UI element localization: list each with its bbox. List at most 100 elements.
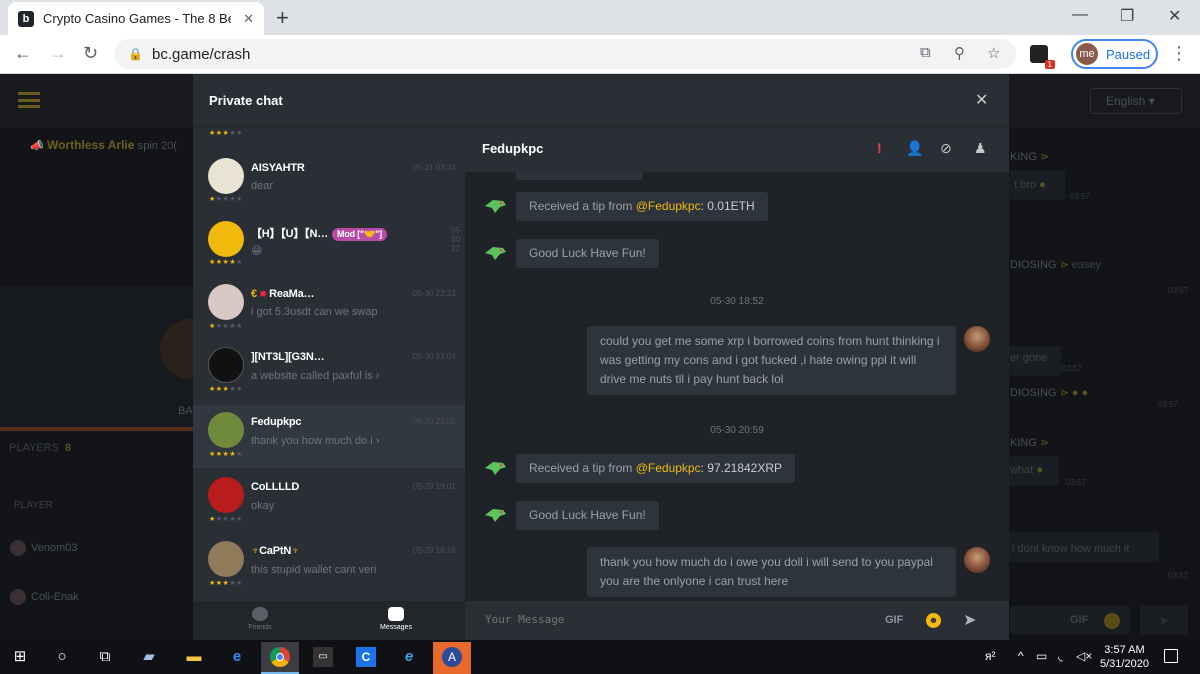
new-tab-icon[interactable]: +: [276, 5, 289, 31]
battery-icon[interactable]: ▭: [1036, 649, 1047, 663]
zoom-icon[interactable]: ⚲: [954, 44, 965, 62]
progress-bar: [0, 427, 193, 431]
contact-stars: ★★★★★: [209, 323, 243, 330]
public-chat-time: 03:57: [1070, 192, 1091, 201]
player-header: PLAYER: [14, 500, 53, 511]
conversation-panel: Fedupkpc ! 👤 ⊘ ♟ Received a tip from @Fe…: [465, 126, 1009, 601]
tip-icon[interactable]: ♟: [974, 140, 987, 157]
tab-friends[interactable]: Friends: [225, 607, 295, 631]
contact-time: 05-30 22: [451, 226, 463, 253]
contact-item-active[interactable]: Fedupkpc thank you how much do i › 05-30…: [193, 405, 465, 468]
megaphone-icon: 📣: [30, 140, 44, 152]
user-message: thank you how much do i owe you doll i w…: [587, 547, 956, 597]
contact-name: ][NT3L][G3N…: [251, 351, 325, 363]
public-send-button[interactable]: ➤: [1140, 606, 1188, 634]
contact-avatar: [208, 477, 244, 513]
search-icon[interactable]: ○: [52, 647, 72, 667]
browser-toolbar: ← → ↻ 🔒 bc.game/crash ⧉ ⚲ ☆ 1 me Paused …: [0, 35, 1200, 74]
clock-time: 3:57 AM: [1104, 644, 1145, 656]
window-close-icon[interactable]: ✕: [1168, 6, 1181, 26]
chrome-icon[interactable]: [261, 642, 299, 674]
public-gif-button[interactable]: GIF: [1070, 614, 1088, 626]
public-chat-text: what ●: [1010, 464, 1043, 476]
app-c-icon[interactable]: C: [347, 642, 385, 674]
contact-avatar: [208, 158, 244, 194]
contact-avatar: [208, 221, 244, 257]
open-external-icon[interactable]: ⧉: [920, 44, 931, 61]
tab-close-icon[interactable]: ✕: [243, 11, 254, 27]
contact-avatar: [208, 347, 244, 383]
windows-start-icon[interactable]: ⊞: [10, 647, 30, 667]
add-friend-icon[interactable]: 👤: [906, 140, 923, 157]
contact-item[interactable]: € ■ ReaMa… i got 5.3usdt can we swap 05-…: [193, 279, 465, 342]
private-chat-modal: Private chat ✕ ★★★★★ AISYAHTR dear 05-31…: [193, 74, 1009, 640]
contact-name: ♆CaPtN♆: [251, 545, 300, 557]
app-a-icon[interactable]: A: [433, 642, 471, 674]
browser-tab[interactable]: b Crypto Casino Games - The 8 Bes ✕: [8, 2, 264, 35]
internet-explorer-icon[interactable]: e: [390, 642, 428, 674]
people-icon[interactable]: ᴙ²: [985, 649, 996, 663]
contact-name: 【H】【U】【N… Mod ["🤝"]: [251, 225, 387, 241]
notification-icon[interactable]: [1164, 649, 1178, 663]
player-row: Venom03: [10, 540, 77, 556]
language-select[interactable]: English ▾: [1090, 88, 1182, 114]
contact-item[interactable]: 【H】【U】【N… Mod ["🤝"] 😁 05-30 22 ★★★★★: [193, 216, 465, 279]
public-chat-time: 03:57: [1062, 364, 1083, 373]
extension-icon[interactable]: 1: [1030, 45, 1055, 69]
gif-button[interactable]: GIF: [885, 614, 903, 626]
task-view-icon[interactable]: ⧉: [95, 647, 115, 667]
system-message: Good Luck Have Fun!: [516, 239, 659, 268]
windows-taskbar: ⊞ ○ ⧉ ▰ ▬ e ▭ C e A ᴙ² ^ ▭ ◟ ◁× 3:57 AM …: [0, 640, 1200, 674]
bot-avatar-icon: [485, 200, 506, 213]
tray-chevron-icon[interactable]: ^: [1018, 649, 1024, 663]
chrome-menu-icon[interactable]: ⋮: [1170, 43, 1188, 64]
modal-title: Private chat: [209, 93, 283, 108]
player-avatar: [10, 540, 26, 556]
taskbar-app-icon[interactable]: ▰: [130, 642, 168, 674]
forward-icon[interactable]: →: [49, 43, 67, 64]
public-chat-time: 03:57: [1168, 571, 1189, 580]
contact-item[interactable]: CoLLLLD okay 05-29 19:01 ★★★★★: [193, 468, 465, 531]
block-icon[interactable]: ⊘: [940, 140, 952, 157]
contact-item[interactable]: AISYAHTR dear 05-31 03:34 ★★★★★: [193, 153, 465, 216]
user-avatar: [964, 326, 990, 352]
emoji-icon[interactable]: ☻: [926, 613, 941, 628]
contact-last-message: okay: [251, 500, 275, 512]
language-value: English: [1106, 94, 1146, 108]
bookmark-star-icon[interactable]: ☆: [987, 44, 1000, 62]
address-bar[interactable]: 🔒 bc.game/crash ⧉ ⚲ ☆: [114, 39, 1016, 69]
send-icon[interactable]: ➤: [963, 610, 976, 630]
edge-icon[interactable]: e: [218, 642, 256, 674]
report-icon[interactable]: !: [877, 140, 882, 156]
restore-icon[interactable]: ❐: [1120, 6, 1134, 26]
back-icon[interactable]: ←: [14, 43, 32, 64]
file-explorer-icon[interactable]: ▬: [175, 642, 213, 674]
tab-title: Crypto Casino Games - The 8 Bes: [43, 11, 231, 26]
left-fragment: BA: [178, 405, 193, 417]
profile-button[interactable]: me Paused: [1071, 39, 1158, 69]
contact-stars: ★★★★★: [209, 451, 243, 458]
player-row: Coli-Enak: [10, 589, 79, 605]
messages-icon: [388, 607, 404, 621]
contact-item[interactable]: ♆CaPtN♆ this stupid wallet cant veri 05-…: [193, 531, 465, 594]
hamburger-menu-icon[interactable]: [18, 92, 40, 108]
bot-avatar-icon: [485, 247, 506, 260]
wifi-icon[interactable]: ◟: [1058, 649, 1063, 663]
players-label: PLAYERS 8: [9, 442, 72, 454]
system-clock[interactable]: 3:57 AM 5/31/2020: [1100, 643, 1149, 671]
terminal-icon[interactable]: ▭: [304, 642, 342, 674]
contact-name: Fedupkpc: [251, 416, 302, 428]
contact-item[interactable]: ][NT3L][G3N… a website called paxful is …: [193, 342, 465, 405]
public-emoji-icon[interactable]: [1104, 613, 1120, 629]
url-text[interactable]: bc.game/crash: [152, 46, 250, 63]
reload-icon[interactable]: ↻: [83, 43, 98, 64]
lock-icon: 🔒: [128, 47, 143, 61]
modal-close-icon[interactable]: ✕: [975, 90, 988, 110]
message-input[interactable]: [485, 613, 835, 626]
user-message: could you get me some xrp i borrowed coi…: [587, 326, 956, 395]
minimize-icon[interactable]: —: [1072, 6, 1088, 24]
tab-messages[interactable]: Messages: [361, 607, 431, 631]
ticker-text: spin 20(: [137, 140, 177, 152]
clock-date: 5/31/2020: [1100, 658, 1149, 670]
volume-icon[interactable]: ◁×: [1076, 649, 1092, 663]
